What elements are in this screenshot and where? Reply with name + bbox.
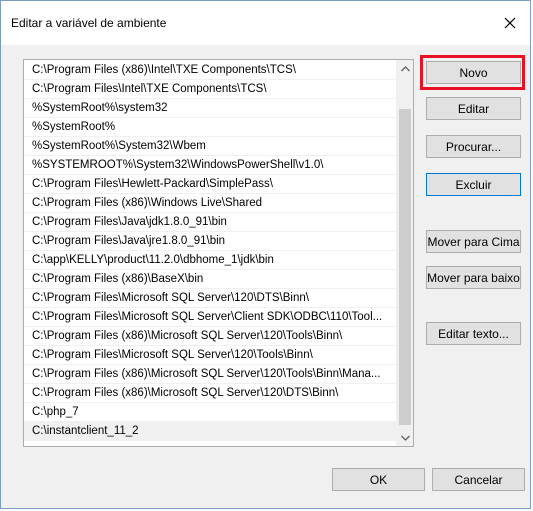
path-list-item[interactable]: C:\Program Files\Java\jdk1.8.0_91\bin (24, 213, 397, 232)
scroll-up-button[interactable] (397, 60, 413, 77)
mover-para-baixo-button[interactable]: Mover para baixo (426, 266, 521, 289)
path-list-item[interactable]: C:\Program Files\Intel\TXE Components\TC… (24, 80, 397, 99)
path-list-item[interactable]: C:\Program Files (x86)\Intel\TXE Compone… (24, 61, 397, 80)
ok-button[interactable]: OK (332, 468, 425, 491)
path-list-item[interactable]: C:\Program Files\Microsoft SQL Server\Cl… (24, 308, 397, 327)
path-list-item[interactable]: C:\Program Files\Hewlett-Packard\SimpleP… (24, 175, 397, 194)
path-list-item[interactable]: C:\php_7 (24, 403, 397, 422)
chevron-down-icon (401, 435, 410, 441)
close-icon (504, 17, 516, 29)
cancelar-button[interactable]: Cancelar (432, 468, 525, 491)
scroll-down-button[interactable] (397, 429, 413, 446)
path-list-item[interactable]: %SystemRoot% (24, 118, 397, 137)
excluir-button[interactable]: Excluir (426, 173, 521, 196)
editar-button[interactable]: Editar (426, 97, 521, 120)
path-list-item[interactable]: %SystemRoot%\System32\Wbem (24, 137, 397, 156)
dialog-title: Editar a variável de ambiente (11, 16, 167, 30)
path-list-item[interactable]: %SystemRoot%\system32 (24, 99, 397, 118)
highlight-annotation (420, 55, 525, 90)
path-list-item[interactable]: C:\Program Files (x86)\Microsoft SQL Ser… (24, 327, 397, 346)
path-list-items: C:\Program Files (x86)\Intel\TXE Compone… (24, 61, 397, 441)
path-list-item[interactable]: C:\Program Files\Microsoft SQL Server\12… (24, 346, 397, 365)
scroll-thumb[interactable] (399, 109, 411, 425)
editar-texto-button[interactable]: Editar texto... (426, 322, 521, 345)
path-list-item[interactable]: C:\Program Files (x86)\Windows Live\Shar… (24, 194, 397, 213)
procurar-button[interactable]: Procurar... (426, 135, 521, 158)
mover-para-cima-button[interactable]: Mover para Cima (426, 230, 521, 253)
close-button[interactable] (490, 1, 530, 45)
path-list-item[interactable]: C:\Program Files\Java\jre1.8.0_91\bin (24, 232, 397, 251)
path-list-item[interactable]: C:\Program Files\Microsoft SQL Server\12… (24, 289, 397, 308)
path-list-item[interactable]: C:\app\KELLY\product\11.2.0\dbhome_1\jdk… (24, 251, 397, 270)
path-list-item[interactable]: %SYSTEMROOT%\System32\WindowsPowerShell\… (24, 156, 397, 175)
path-list-item[interactable]: C:\Program Files (x86)\Microsoft SQL Ser… (24, 384, 397, 403)
chevron-up-icon (401, 65, 410, 71)
path-list[interactable]: C:\Program Files (x86)\Intel\TXE Compone… (23, 59, 414, 447)
path-list-item[interactable]: C:\Program Files (x86)\Microsoft SQL Ser… (24, 365, 397, 384)
vertical-scrollbar[interactable] (396, 60, 413, 446)
title-bar: Editar a variável de ambiente (1, 1, 530, 45)
path-list-item[interactable]: C:\instantclient_11_2 (24, 422, 397, 441)
path-list-item[interactable]: C:\Program Files (x86)\BaseX\bin (24, 270, 397, 289)
edit-env-variable-dialog: Editar a variável de ambiente C:\Program… (0, 0, 531, 509)
